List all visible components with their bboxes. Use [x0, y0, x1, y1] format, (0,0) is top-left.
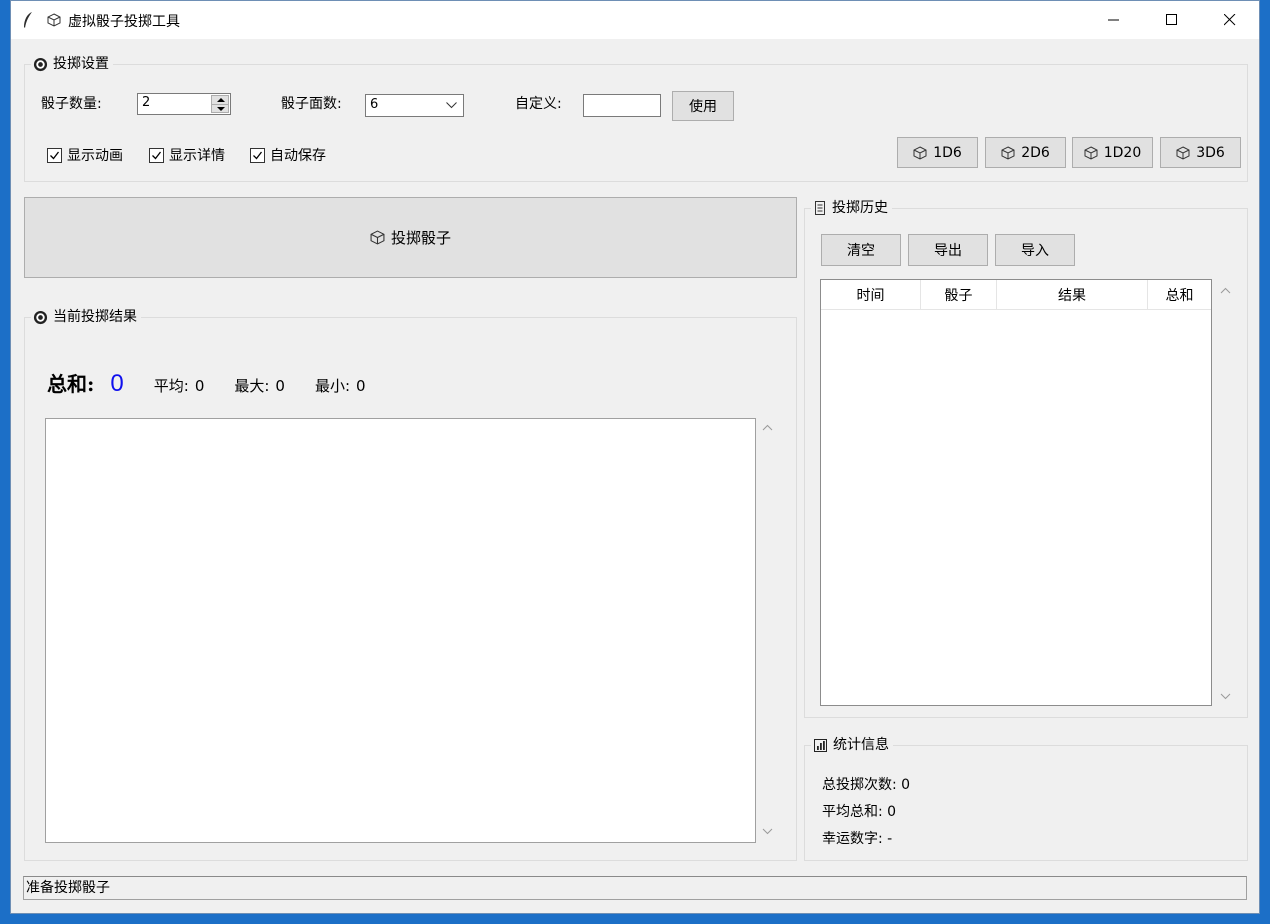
- dice-faces-select[interactable]: 6: [365, 94, 464, 117]
- dice-count-label: 骰子数量:: [41, 96, 102, 112]
- scroll-down-icon[interactable]: [762, 827, 773, 835]
- stats-group: 统计信息 总投掷次数: 0 平均总和: 0 幸运数字: -: [804, 736, 1248, 861]
- spinbox-arrows[interactable]: [211, 95, 229, 113]
- results-group-title: 当前投掷结果: [31, 308, 141, 326]
- stats-group-title: 统计信息: [811, 736, 893, 754]
- settings-group-title: 投掷设置: [31, 55, 113, 73]
- preset-2d6-button[interactable]: 2D6: [985, 137, 1066, 168]
- chevron-down-icon: [446, 102, 457, 109]
- checkbox-details[interactable]: 显示详情: [149, 145, 225, 165]
- die-icon: [1084, 145, 1098, 160]
- max-label: 最大:: [234, 377, 270, 395]
- average-label: 平均:: [153, 377, 189, 395]
- status-bar: 准备投掷骰子: [23, 876, 1247, 900]
- max-stat: 最大: 0: [234, 375, 285, 396]
- close-button[interactable]: [1202, 1, 1260, 39]
- use-button[interactable]: 使用: [672, 91, 734, 121]
- min-label: 最小:: [314, 377, 351, 395]
- dice-faces-label: 骰子面数:: [281, 96, 342, 112]
- target-icon: [33, 57, 48, 71]
- summary-line: 总和: 0 平均: 0 最大: 0 最小: 0: [47, 368, 366, 398]
- custom-label: 自定义:: [515, 96, 562, 112]
- dice-count-spinbox[interactable]: 2: [137, 93, 231, 115]
- preset-1d20-button[interactable]: 1D20: [1072, 137, 1153, 168]
- custom-faces-input[interactable]: [583, 94, 661, 117]
- sum-label: 总和:: [47, 372, 95, 396]
- lucky-number-text: 幸运数字: -: [822, 831, 893, 847]
- checkmark-icon: [152, 151, 162, 159]
- sum-value: 0: [110, 370, 124, 397]
- preset-1d6-button[interactable]: 1D6: [897, 137, 978, 168]
- target-icon: [33, 310, 48, 324]
- checkbox-box[interactable]: [47, 147, 62, 163]
- spin-down-icon[interactable]: [217, 107, 225, 111]
- maximize-icon: [1166, 14, 1177, 25]
- checkbox-autosave[interactable]: 自动保存: [250, 145, 326, 165]
- settings-group: 投掷设置 骰子数量: 2 骰子面数: 6 自定义: 使用 显示动画 显示详情 自…: [24, 55, 1248, 182]
- history-group: 投掷历史 清空 导出 导入 时间 骰子 结果 总和: [804, 199, 1248, 718]
- export-button[interactable]: 导出: [908, 234, 988, 266]
- bar-chart-icon: [814, 738, 827, 752]
- app-window: 虚拟骰子投掷工具 投掷设置 骰子数量: 2 骰子面数: 6 自定义: 使用 显示…: [10, 0, 1260, 914]
- max-value: 0: [275, 377, 285, 395]
- die-icon: [913, 145, 927, 160]
- close-icon: [1224, 14, 1236, 26]
- die-icon: [1001, 145, 1015, 160]
- preset-3d6-button[interactable]: 3D6: [1160, 137, 1241, 168]
- scroll-icon: [815, 201, 825, 215]
- checkmark-icon: [50, 151, 60, 159]
- checkmark-icon: [253, 151, 263, 159]
- minimize-button[interactable]: [1086, 1, 1144, 39]
- dice-faces-value: 6: [370, 97, 379, 112]
- total-rolls-text: 总投掷次数: 0: [822, 777, 911, 793]
- die-icon: [1176, 145, 1190, 160]
- column-header-total[interactable]: 总和: [1148, 280, 1211, 309]
- column-header-time[interactable]: 时间: [821, 280, 921, 309]
- history-group-title: 投掷历史: [811, 199, 892, 217]
- status-text: 准备投掷骰子: [26, 880, 110, 896]
- clear-history-button[interactable]: 清空: [821, 234, 901, 266]
- results-group: 当前投掷结果 总和: 0 平均: 0 最大: 0 最小: 0: [24, 308, 797, 861]
- import-button[interactable]: 导入: [995, 234, 1075, 266]
- average-stat: 平均: 0: [154, 375, 205, 396]
- min-stat: 最小: 0: [315, 375, 366, 396]
- title-bar: 虚拟骰子投掷工具: [11, 1, 1259, 39]
- window-title: 虚拟骰子投掷工具: [68, 14, 180, 30]
- scroll-up-icon[interactable]: [1220, 287, 1231, 295]
- column-header-result[interactable]: 结果: [997, 280, 1148, 309]
- die-icon: [370, 230, 385, 245]
- checkbox-box[interactable]: [149, 147, 164, 163]
- min-value: 0: [356, 377, 366, 395]
- minimize-icon: [1108, 19, 1119, 21]
- results-text-area[interactable]: [45, 418, 756, 843]
- scroll-up-icon[interactable]: [762, 424, 773, 432]
- die-icon: [47, 13, 61, 27]
- dice-count-value[interactable]: 2: [142, 95, 150, 110]
- average-sum-text: 平均总和: 0: [822, 804, 897, 820]
- average-value: 0: [194, 377, 205, 395]
- spin-up-icon[interactable]: [217, 98, 225, 102]
- feather-icon: [24, 12, 32, 28]
- history-table[interactable]: 时间 骰子 结果 总和: [820, 279, 1212, 706]
- scroll-down-icon[interactable]: [1220, 692, 1231, 700]
- checkbox-box[interactable]: [250, 147, 265, 163]
- table-header: 时间 骰子 结果 总和: [821, 280, 1211, 310]
- maximize-button[interactable]: [1144, 1, 1202, 39]
- checkbox-animation[interactable]: 显示动画: [47, 145, 123, 165]
- roll-dice-button[interactable]: 投掷骰子: [24, 197, 797, 278]
- column-header-dice[interactable]: 骰子: [921, 280, 997, 309]
